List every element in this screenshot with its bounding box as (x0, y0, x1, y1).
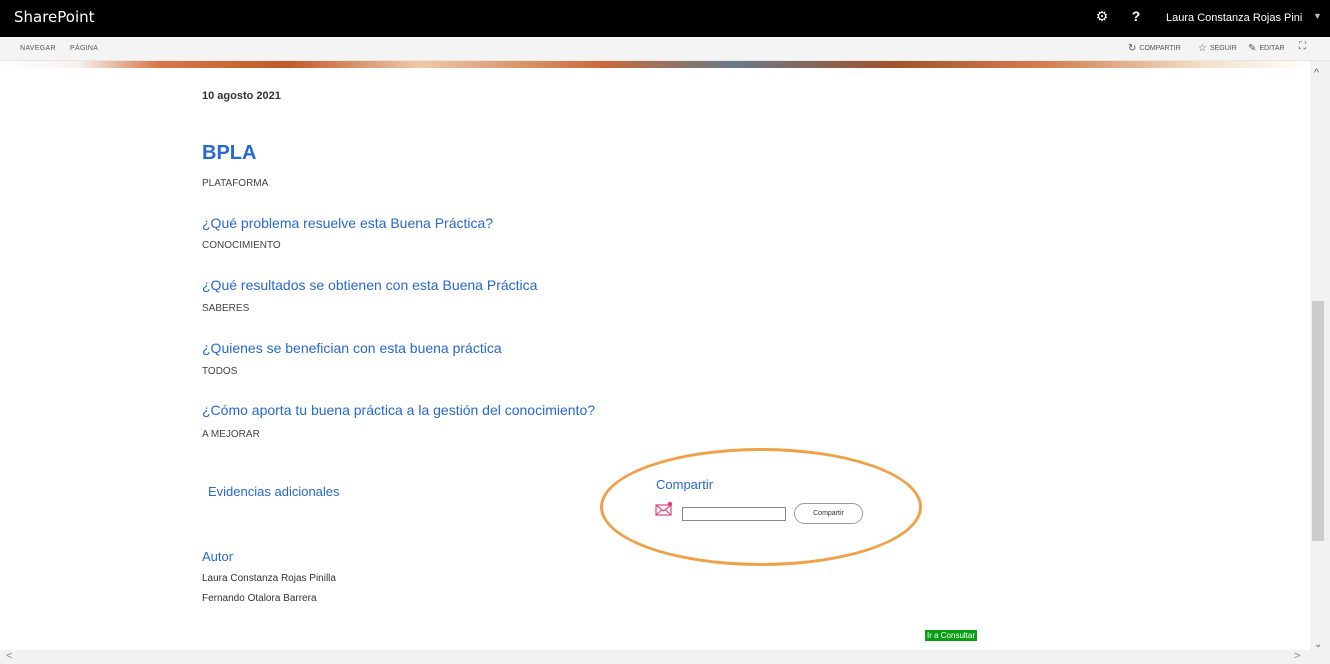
section-question: ¿Cómo aporta tu buena práctica a la gest… (202, 402, 596, 418)
section-answer: SABERES (202, 303, 250, 314)
page-content: 10 agosto 2021 BPLA PLATAFORMA ¿Qué prob… (0, 68, 1310, 650)
author-name: Fernando Otalora Barrera (202, 593, 317, 604)
ribbon-bar: NAVEGAR PÁGINA ↻ COMPARTIR ☆ SEGUIR ✎ ED… (0, 37, 1330, 61)
chevron-down-icon: ▼ (1313, 11, 1322, 21)
scroll-right-icon[interactable]: > (1294, 650, 1300, 662)
page-date: 10 agosto 2021 (202, 90, 281, 102)
edit-action-label: EDITAR (1259, 45, 1285, 52)
scroll-left-icon[interactable]: < (6, 650, 12, 662)
share-button[interactable]: Compartir (794, 503, 863, 524)
help-icon[interactable]: ? (1129, 8, 1143, 24)
scrollbar-thumb[interactable] (1312, 301, 1324, 541)
author-label: Autor (202, 549, 234, 564)
section-answer: TODOS (202, 366, 238, 377)
section-question: ¿Quienes se benefician con esta buena pr… (202, 340, 502, 356)
section-question: ¿Qué resultados se obtienen con esta Bue… (202, 277, 538, 293)
share-email-input[interactable] (682, 507, 786, 521)
pencil-icon: ✎ (1248, 43, 1257, 54)
horizontal-scrollbar[interactable]: < > (0, 650, 1330, 664)
page-title: BPLA (202, 142, 257, 164)
share-action[interactable]: ↻ COMPARTIR (1128, 43, 1181, 54)
follow-action[interactable]: ☆ SEGUIR (1198, 43, 1237, 54)
share-icon: ↻ (1128, 43, 1137, 54)
section-question: ¿Qué problema resuelve esta Buena Prácti… (202, 215, 494, 231)
author-name: Laura Constanza Rojas Pinilla (202, 573, 336, 584)
user-menu[interactable]: Laura Constanza Rojas Pini ▼ (1158, 0, 1330, 37)
share-action-label: COMPARTIR (1139, 45, 1181, 52)
focus-mode-button[interactable]: ⛶ (1299, 41, 1306, 52)
suite-bar: SharePoint ⚙ ? Laura Constanza Rojas Pin… (0, 0, 1330, 37)
focus-icon: ⛶ (1299, 41, 1306, 52)
sharepoint-brand[interactable]: SharePoint (14, 8, 95, 26)
settings-gear-icon[interactable]: ⚙ (1093, 8, 1111, 25)
share-section-title: Compartir (656, 477, 714, 492)
tab-pagina[interactable]: PÁGINA (70, 45, 98, 52)
page-banner-image (0, 61, 1310, 68)
evidence-link[interactable]: Evidencias adicionales (208, 484, 340, 499)
page-subtitle: PLATAFORMA (202, 178, 269, 189)
section-answer: CONOCIMIENTO (202, 240, 281, 251)
scroll-down-icon[interactable]: ⌄ (1314, 639, 1322, 650)
scroll-up-icon[interactable]: ^ (1314, 67, 1319, 79)
follow-action-label: SEGUIR (1209, 45, 1237, 52)
section-answer: A MEJORAR (202, 429, 260, 440)
star-icon: ☆ (1198, 43, 1207, 54)
user-name: Laura Constanza Rojas Pini (1166, 12, 1303, 24)
consult-button[interactable]: Ir a Consultar (925, 630, 978, 641)
envelope-icon[interactable] (655, 501, 673, 517)
tab-navegar[interactable]: NAVEGAR (20, 45, 56, 52)
edit-action[interactable]: ✎ EDITAR (1248, 43, 1285, 54)
vertical-scrollbar[interactable]: ^ ⌄ (1310, 61, 1330, 650)
